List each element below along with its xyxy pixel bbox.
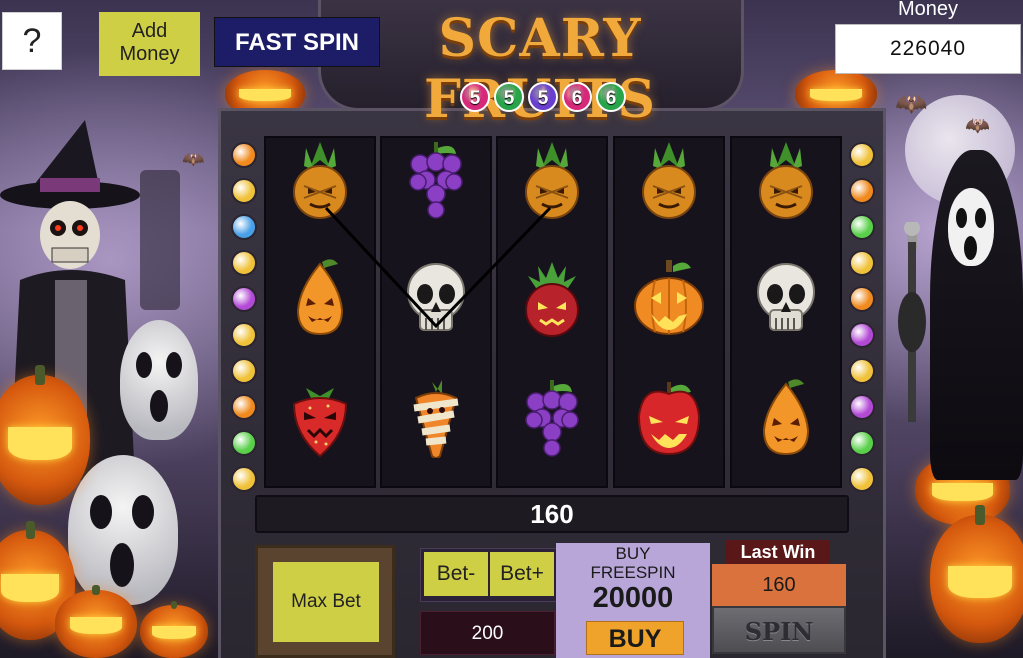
freespin-label-line1: BUY	[615, 544, 651, 563]
bet-value: 200	[420, 611, 555, 655]
last-win-value: 160	[712, 564, 846, 606]
add-money-button[interactable]: Add Money	[99, 12, 200, 76]
spin-button[interactable]: SPIN	[712, 606, 846, 654]
buy-freespin-button[interactable]: BUY	[586, 621, 684, 655]
payline-stroke	[324, 206, 552, 329]
freespin-label-line2: FREESPIN	[590, 563, 676, 582]
slot-lever[interactable]	[898, 222, 926, 432]
bet-minus-button[interactable]: Bet-	[424, 552, 488, 596]
help-button[interactable]: ?	[2, 12, 62, 70]
money-label: Money	[897, 0, 959, 20]
win-display: 160	[255, 495, 849, 533]
last-win-label: Last Win	[726, 540, 830, 564]
max-bet-button[interactable]: Max Bet	[273, 562, 379, 642]
fast-spin-button[interactable]: FAST SPIN	[214, 17, 380, 67]
bet-plus-button[interactable]: Bet+	[490, 552, 554, 596]
freespin-price: 20000	[592, 582, 674, 614]
money-value: 226040	[835, 24, 1021, 74]
